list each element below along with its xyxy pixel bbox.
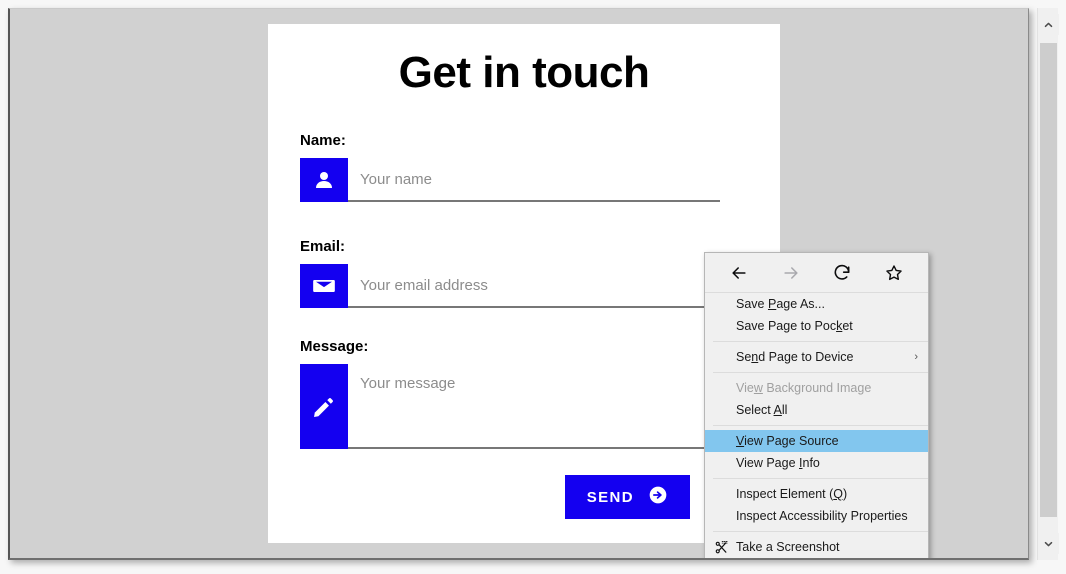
menu-item-label: Select All	[736, 403, 788, 417]
send-button-label: SEND	[586, 488, 634, 506]
menu-item-label: View Page Info	[736, 456, 820, 470]
name-input[interactable]	[348, 158, 720, 203]
menu-separator	[713, 531, 928, 532]
person-icon	[300, 158, 348, 203]
menu-item-inspect-element-q[interactable]: Inspect Element (Q)	[705, 483, 928, 505]
menu-item-send-page-to-device[interactable]: Send Page to Device ›	[705, 346, 928, 368]
context-menu-navigation-bar	[705, 253, 928, 293]
menu-item-save-page-to-pocket[interactable]: Save Page to Pocket	[705, 315, 928, 337]
star-icon[interactable]	[877, 258, 911, 288]
scrollbar-down-arrow[interactable]	[1038, 533, 1059, 554]
menu-separator	[713, 478, 928, 479]
menu-item-view-background-image: View Background Image	[705, 377, 928, 399]
menu-item-label: Inspect Accessibility Properties	[736, 509, 908, 523]
browser-viewport: Get in touch Name: Email	[0, 0, 1066, 574]
menu-item-view-page-source[interactable]: View Page Source	[705, 430, 928, 452]
send-button[interactable]: SEND	[564, 475, 690, 520]
scissors-icon	[713, 539, 729, 555]
pencil-icon	[300, 364, 348, 450]
menu-item-label: Send Page to Device	[736, 350, 854, 364]
vertical-scrollbar[interactable]	[1037, 8, 1059, 560]
scrollbar-thumb[interactable]	[1040, 43, 1057, 517]
forward-button[interactable]	[774, 258, 808, 288]
menu-item-label: Save Page to Pocket	[736, 319, 853, 333]
reload-icon[interactable]	[825, 258, 859, 288]
context-menu-item-list: Save Page As... Save Page to Pocket Send P…	[705, 293, 928, 558]
envelope-icon	[300, 264, 348, 309]
menu-separator	[713, 372, 928, 373]
menu-item-label: View Page Source	[736, 434, 839, 448]
message-input[interactable]	[348, 364, 752, 450]
field-group-name: Name:	[300, 132, 780, 203]
arrow-circle-right-icon	[648, 485, 668, 509]
menu-item-inspect-accessibility-properties[interactable]: Inspect Accessibility Properties	[705, 505, 928, 527]
menu-item-label: Inspect Element (Q)	[736, 487, 848, 501]
input-row-name	[300, 158, 780, 203]
menu-separator	[713, 425, 928, 426]
page-title: Get in touch	[398, 48, 650, 97]
menu-item-view-page-info[interactable]: View Page Info	[705, 452, 928, 474]
menu-item-save-page-as[interactable]: Save Page As...	[705, 293, 928, 315]
label-name: Name:	[300, 132, 346, 150]
menu-separator	[713, 341, 928, 342]
menu-item-label: Save Page As...	[736, 297, 825, 311]
email-input[interactable]	[348, 264, 752, 309]
chevron-right-icon: ›	[914, 351, 918, 363]
menu-item-select-all[interactable]: Select All	[705, 399, 928, 421]
menu-item-label: Take a Screenshot	[736, 540, 840, 554]
scrollbar-up-arrow[interactable]	[1038, 14, 1059, 35]
menu-item-take-a-screenshot[interactable]: Take a Screenshot	[705, 536, 928, 558]
page-content-area: Get in touch Name: Email	[8, 8, 1029, 560]
back-button[interactable]	[722, 258, 756, 288]
context-menu[interactable]: Save Page As... Save Page to Pocket Send P…	[704, 252, 929, 558]
menu-item-label: View Background Image	[736, 381, 872, 395]
